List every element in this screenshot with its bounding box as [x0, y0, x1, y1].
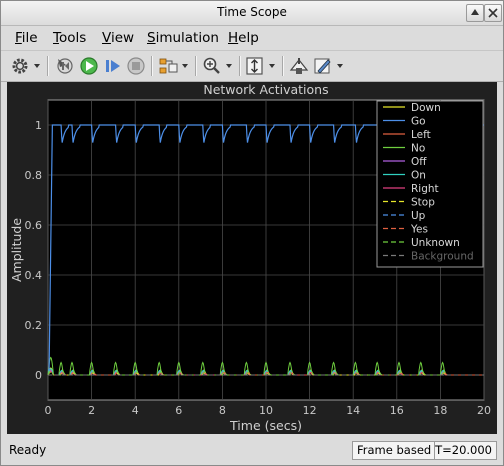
- x-tick-label: 0: [45, 404, 52, 417]
- step-back-button[interactable]: [54, 55, 76, 77]
- legend-entry: Off: [411, 156, 427, 168]
- status-bar: Ready Frame based T=20.000: [1, 438, 503, 465]
- chart-title: Network Activations: [203, 82, 328, 97]
- x-tick-label: 12: [303, 404, 317, 417]
- x-axis-label: Time (secs): [229, 418, 302, 433]
- x-tick-label: 8: [219, 404, 226, 417]
- menu-help[interactable]: Help: [228, 30, 259, 46]
- x-tick-label: 20: [477, 404, 491, 417]
- stop-icon: [127, 57, 145, 75]
- step-forward-button[interactable]: [102, 55, 124, 77]
- menu-tools[interactable]: Tools: [53, 30, 86, 46]
- y-tick-label: 0.4: [25, 269, 43, 282]
- legend-entry: On: [411, 170, 426, 182]
- y-tick-label: 1: [35, 119, 42, 132]
- x-tick-label: 6: [175, 404, 182, 417]
- autoscale-button[interactable]: [244, 55, 278, 77]
- x-tick-label: 14: [346, 404, 360, 417]
- legend-entry: Background: [411, 251, 474, 263]
- autoscale-icon: [246, 57, 275, 75]
- sim-time-indicator: T=20.000: [434, 441, 497, 460]
- zoom-in-icon: [203, 57, 232, 74]
- legend-entry: Up: [411, 210, 426, 222]
- y-axis-label: Amplitude: [9, 218, 24, 282]
- signal-select-icon: [159, 58, 188, 74]
- legend-entry: Right: [411, 183, 439, 195]
- legend-entry: Stop: [411, 197, 435, 209]
- toolbar: [1, 50, 503, 82]
- status-text: Ready: [9, 443, 47, 457]
- step-forward-icon: [106, 60, 120, 72]
- frame-mode-indicator: Frame based: [352, 441, 438, 460]
- zoom-in-button[interactable]: [201, 55, 235, 77]
- title-bar: Time Scope: [1, 1, 503, 26]
- y-tick-label: 0.2: [25, 319, 43, 332]
- menu-file[interactable]: File: [15, 30, 38, 46]
- legend-entry: Yes: [410, 224, 428, 236]
- plot-canvas[interactable]: Network Activations Time (secs) Amplitud…: [7, 82, 497, 434]
- x-tick-label: 2: [88, 404, 95, 417]
- settings-icon: [12, 58, 40, 74]
- x-tick-label: 16: [390, 404, 404, 417]
- highlight-block-button[interactable]: [288, 55, 310, 77]
- stop-button[interactable]: [125, 55, 147, 77]
- legend-entry: Go: [411, 116, 426, 128]
- step-back-icon: [57, 58, 73, 74]
- window-title: Time Scope: [217, 5, 287, 19]
- run-icon: [80, 57, 98, 75]
- maximize-button[interactable]: [466, 4, 484, 22]
- legend-entry: Down: [411, 102, 441, 114]
- menu-view[interactable]: View: [102, 30, 134, 46]
- legend-entry: Left: [411, 129, 431, 141]
- maximize-icon: [471, 9, 479, 15]
- y-tick-label: 0: [35, 369, 42, 382]
- menu-simulation[interactable]: Simulation: [147, 30, 219, 46]
- x-tick-label: 10: [259, 404, 273, 417]
- legend-entry: No: [411, 143, 425, 155]
- scope-display[interactable]: Network Activations Time (secs) Amplitud…: [7, 82, 497, 434]
- run-button[interactable]: [78, 55, 100, 77]
- x-tick-label: 18: [433, 404, 447, 417]
- highlight-block-icon: [289, 58, 309, 74]
- signal-select-button[interactable]: [157, 55, 191, 77]
- x-tick-label: 4: [132, 404, 139, 417]
- menu-bar: File Tools View Simulation Help: [1, 26, 503, 50]
- legend-entry: Unknown: [411, 237, 460, 249]
- time-scope-window: Time Scope File Tools View Simulation He…: [0, 0, 504, 466]
- style-icon: [314, 58, 343, 74]
- close-button[interactable]: [484, 4, 502, 22]
- y-tick-label: 0.8: [25, 169, 43, 182]
- settings-button[interactable]: [9, 55, 43, 77]
- y-tick-label: 0.6: [25, 219, 43, 232]
- close-icon: [488, 8, 498, 18]
- style-button[interactable]: [312, 55, 346, 77]
